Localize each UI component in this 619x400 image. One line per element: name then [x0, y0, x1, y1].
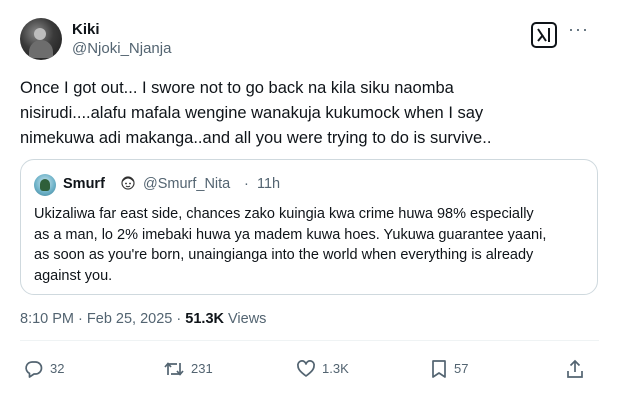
views-label: Views: [228, 311, 267, 327]
reply-count: 32: [50, 361, 65, 376]
divider: [20, 340, 599, 341]
bookmark-icon: [432, 360, 446, 378]
quote-avatar[interactable]: [34, 174, 56, 196]
quote-avatar-figure: [40, 179, 50, 191]
reply-icon: [25, 361, 43, 378]
bookmark-button[interactable]: 57: [430, 358, 468, 380]
tweet-date[interactable]: Feb 25, 2025: [87, 311, 172, 327]
like-count: 1.3K: [322, 361, 349, 376]
bookmark-count: 57: [454, 361, 469, 376]
author-handle[interactable]: @Njoki_Njanja: [72, 40, 171, 58]
grok-button[interactable]: [531, 22, 557, 48]
quote-separator: ·: [244, 176, 249, 192]
quote-author-name[interactable]: Smurf: [63, 175, 105, 193]
more-icon[interactable]: ···: [568, 20, 589, 38]
tweet-text: Once I got out... I swore not to go back…: [20, 79, 492, 147]
author-name[interactable]: Kiki: [72, 21, 100, 39]
grok-icon: [537, 28, 550, 42]
quote-author-handle[interactable]: @Smurf_Nita: [143, 175, 230, 193]
meta-separator: ·: [176, 311, 182, 327]
tweet-meta: 8:10 PM · Feb 25, 2025 · 51.3K Views: [20, 310, 266, 328]
repost-button[interactable]: 231: [163, 358, 213, 380]
avatar-figure-body: [29, 40, 53, 58]
share-button[interactable]: [566, 358, 584, 380]
repost-icon: [164, 362, 184, 376]
avatar-figure-head: [34, 28, 46, 40]
views-count: 51.3K: [185, 311, 224, 327]
quoted-tweet[interactable]: Smurf @Smurf_Nita · 11h Ukizaliwa far ea…: [20, 159, 598, 295]
meta-separator: ·: [78, 311, 83, 327]
quote-text: Ukizaliwa far east side, chances zako ku…: [34, 206, 547, 284]
quote-timestamp[interactable]: 11h: [257, 175, 280, 193]
person-emoji-icon: [121, 176, 135, 190]
like-icon: [297, 360, 315, 377]
tweet-time[interactable]: 8:10 PM: [20, 311, 74, 327]
author-avatar[interactable]: [20, 18, 62, 60]
share-icon: [567, 359, 583, 378]
like-button[interactable]: 1.3K: [296, 358, 349, 380]
repost-count: 231: [191, 361, 213, 376]
reply-button[interactable]: 32: [24, 358, 64, 380]
